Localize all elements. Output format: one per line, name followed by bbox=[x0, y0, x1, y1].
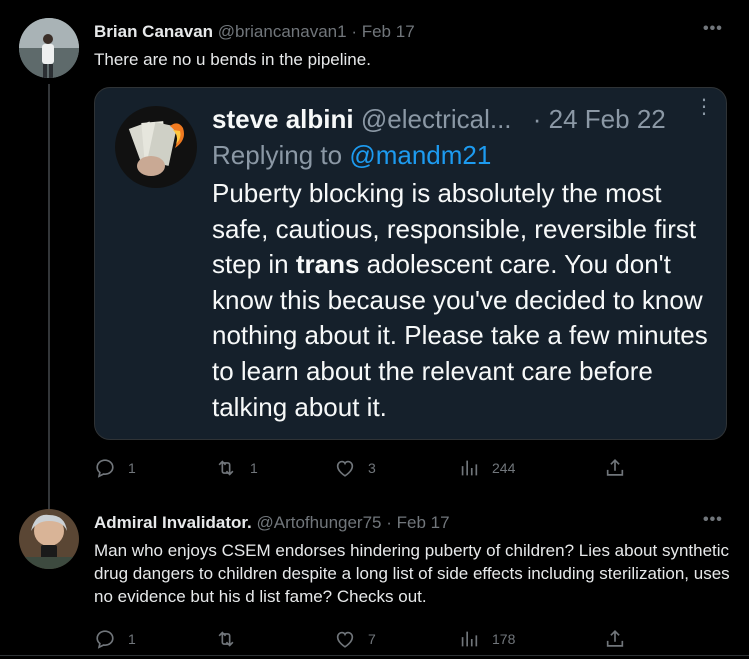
quoted-display-name[interactable]: steve albini bbox=[212, 104, 354, 134]
avatar[interactable] bbox=[115, 106, 197, 188]
reply-count: 1 bbox=[128, 631, 136, 647]
user-handle[interactable]: @Artofhunger75 bbox=[257, 513, 382, 532]
thread-connector-line bbox=[48, 84, 50, 511]
analytics-icon bbox=[461, 631, 478, 647]
separator-dot: · bbox=[532, 104, 542, 134]
replying-to-label: Replying to bbox=[212, 140, 343, 170]
divider bbox=[0, 655, 749, 656]
views-count: 178 bbox=[492, 631, 516, 647]
repost-icon bbox=[218, 460, 234, 476]
reply-icon bbox=[96, 630, 114, 649]
avatar[interactable] bbox=[19, 18, 79, 78]
share-icon bbox=[606, 630, 624, 647]
reply-count: 1 bbox=[128, 460, 136, 476]
vertical-dots-icon: ⋮ bbox=[694, 96, 714, 118]
share-icon bbox=[606, 459, 624, 476]
tweet-header: Admiral Invalidator. @Artofhunger75 · Fe… bbox=[94, 513, 450, 533]
quoted-tweet-date[interactable]: 24 Feb 22 bbox=[549, 104, 666, 134]
repost-icon bbox=[218, 631, 234, 647]
repost-count: 1 bbox=[250, 460, 258, 476]
share-button[interactable] bbox=[604, 457, 626, 479]
analytics-icon bbox=[461, 460, 478, 476]
avatar[interactable] bbox=[19, 509, 79, 569]
reply-icon bbox=[96, 459, 114, 478]
tweet-header: Brian Canavan @briancanavan1 · Feb 17 bbox=[94, 22, 415, 42]
like-count: 3 bbox=[368, 460, 376, 476]
separator-dot: · bbox=[351, 22, 357, 41]
reply-mention-link[interactable]: @mandm21 bbox=[349, 140, 491, 170]
repost-button[interactable] bbox=[214, 628, 250, 650]
separator-dot: · bbox=[386, 513, 392, 532]
admiral-avatar-image bbox=[19, 509, 79, 569]
quoted-tweet-card[interactable]: steve albini @electrical... · 24 Feb 22 … bbox=[94, 87, 727, 440]
tweet-text: There are no u bends in the pipeline. bbox=[94, 50, 371, 69]
like-button[interactable]: 3 bbox=[334, 457, 376, 479]
like-button[interactable]: 7 bbox=[334, 628, 376, 650]
reply-button[interactable]: 1 bbox=[94, 457, 136, 479]
replying-to-line: Replying to @mandm21 bbox=[212, 140, 491, 171]
quoted-more-options-button[interactable]: ⋮ bbox=[694, 97, 714, 117]
views-button[interactable]: 244 bbox=[458, 457, 515, 479]
heart-icon bbox=[336, 631, 354, 648]
more-options-button[interactable]: ••• bbox=[703, 20, 723, 38]
user-handle[interactable]: @briancanavan1 bbox=[218, 22, 347, 41]
heart-icon bbox=[336, 460, 354, 477]
brian-avatar-image bbox=[19, 18, 79, 78]
quoted-tweet-text: Puberty blocking is absolutely the most … bbox=[212, 176, 712, 425]
quoted-user-handle[interactable]: @electrical... bbox=[361, 104, 512, 134]
share-button[interactable] bbox=[604, 628, 626, 650]
quoted-tweet-header: steve albini @electrical... · 24 Feb 22 bbox=[212, 104, 666, 135]
tweet-text: Man who enjoys CSEM endorses hindering p… bbox=[94, 541, 730, 606]
tweet-date[interactable]: Feb 17 bbox=[397, 513, 450, 532]
display-name[interactable]: Admiral Invalidator. bbox=[94, 513, 252, 532]
views-button[interactable]: 178 bbox=[458, 628, 515, 650]
display-name[interactable]: Brian Canavan bbox=[94, 22, 213, 41]
repost-button[interactable]: 1 bbox=[214, 457, 258, 479]
reply-button[interactable]: 1 bbox=[94, 628, 136, 650]
quoted-text-bold: trans bbox=[295, 249, 360, 280]
tweet-action-bar: 1 1 3 244 bbox=[94, 457, 654, 481]
steve-avatar-image bbox=[115, 106, 197, 188]
more-options-button[interactable]: ••• bbox=[703, 511, 723, 529]
views-count: 244 bbox=[492, 460, 516, 476]
like-count: 7 bbox=[368, 631, 376, 647]
tweet-action-bar: 1 7 178 bbox=[94, 628, 654, 652]
tweet-date[interactable]: Feb 17 bbox=[362, 22, 415, 41]
